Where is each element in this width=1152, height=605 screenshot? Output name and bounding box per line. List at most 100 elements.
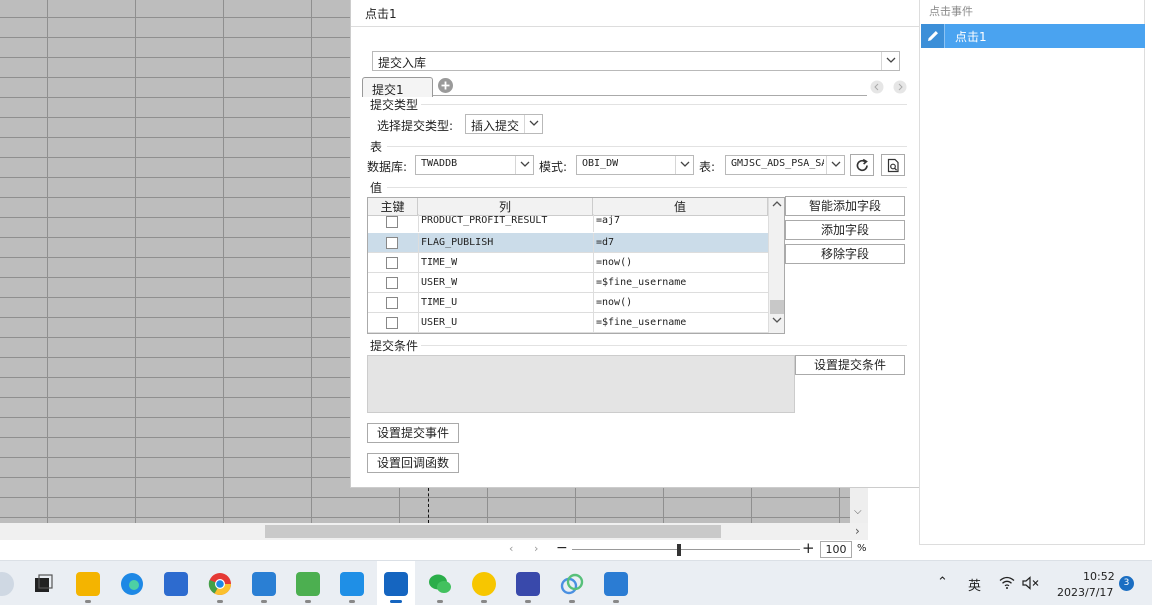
column-name-cell[interactable]: TIME_U: [418, 293, 593, 313]
running-indicator: [569, 600, 575, 603]
file-explorer-icon[interactable]: [76, 572, 100, 596]
tab-scroll-right-icon[interactable]: [893, 80, 907, 94]
partial-app-icon[interactable]: [0, 572, 14, 596]
schema-value: OBI_DW: [582, 158, 619, 169]
table-row[interactable]: TIME_W =now(): [368, 253, 768, 273]
zoom-slider-thumb[interactable]: [677, 544, 681, 556]
remote-desktop-icon[interactable]: [516, 572, 540, 596]
document-search-icon: [887, 158, 899, 173]
chevron-down-icon[interactable]: [881, 52, 899, 70]
add-field-button[interactable]: 添加字段: [785, 220, 905, 240]
database-value: TWADDB: [421, 158, 458, 169]
sheet-horizontal-scroll-thumb[interactable]: [265, 525, 721, 538]
table-row[interactable]: TIME_U =now(): [368, 293, 768, 313]
zoom-in-button[interactable]: +: [802, 539, 815, 557]
word-icon[interactable]: [604, 572, 628, 596]
column-name-cell[interactable]: USER_U: [418, 313, 593, 333]
submit-type-value: 提交入库: [378, 56, 427, 70]
tab-scroll-left-icon[interactable]: [870, 80, 884, 94]
notepad-icon[interactable]: [252, 572, 276, 596]
wifi-icon[interactable]: [999, 576, 1015, 589]
zoom-value-input[interactable]: 100: [820, 541, 852, 558]
clock-date[interactable]: 2023/7/17: [1057, 586, 1113, 599]
sheet-prev-icon[interactable]: ‹: [509, 542, 513, 555]
set-submit-event-button[interactable]: 设置提交事件: [367, 423, 459, 443]
clock-time[interactable]: 10:52: [1083, 570, 1115, 583]
chevron-down-icon[interactable]: [515, 156, 533, 174]
cloud-drive-icon[interactable]: [340, 572, 364, 596]
column-name-cell[interactable]: FLAG_PUBLISH: [418, 233, 593, 253]
condition-section-title: 提交条件: [370, 339, 419, 353]
smart-add-field-button[interactable]: 智能添加字段: [785, 196, 905, 216]
value-cell[interactable]: =now(): [593, 293, 768, 313]
volume-muted-icon[interactable]: [1022, 576, 1040, 590]
primary-key-checkbox[interactable]: [386, 277, 398, 289]
column-name-cell[interactable]: USER_W: [418, 273, 593, 293]
submit-type-select[interactable]: 提交入库: [372, 51, 900, 71]
notes-app-icon[interactable]: [296, 572, 320, 596]
primary-key-checkbox[interactable]: [386, 317, 398, 329]
table-row[interactable]: USER_W =$fine_username: [368, 273, 768, 293]
sheet-vertical-scrollbar[interactable]: ⌵: [850, 488, 868, 523]
table-value: GMJSC_ADS_PSA_SA: [731, 158, 824, 169]
chevron-down-icon[interactable]: [675, 156, 693, 174]
edit-event-button[interactable]: [921, 24, 945, 48]
column-name-cell[interactable]: PRODUCT_PROFIT_RESULT: [418, 214, 593, 232]
primary-key-checkbox[interactable]: [386, 297, 398, 309]
chevron-down-icon[interactable]: [772, 316, 782, 324]
ime-language-indicator[interactable]: 英: [968, 575, 981, 594]
chevron-right-icon[interactable]: ›: [855, 524, 860, 538]
table-vertical-scrollbar[interactable]: [768, 198, 784, 333]
table-select[interactable]: GMJSC_ADS_PSA_SA: [725, 155, 845, 175]
set-submit-condition-button[interactable]: 设置提交条件: [795, 355, 905, 375]
event-item-label: 点击1: [955, 30, 987, 44]
primary-key-checkbox[interactable]: [386, 237, 398, 249]
cloud-sync-icon[interactable]: [560, 572, 584, 596]
chevron-up-icon[interactable]: ⌃: [937, 575, 948, 590]
values-section-title: 值: [370, 181, 383, 195]
value-cell[interactable]: =d7: [593, 233, 768, 253]
lark-app-icon[interactable]: [472, 572, 496, 596]
value-cell[interactable]: =$fine_username: [593, 313, 768, 333]
chevron-up-icon[interactable]: [772, 200, 782, 208]
chevron-down-icon[interactable]: ⌵: [854, 506, 862, 517]
zoom-slider-track[interactable]: [572, 549, 800, 550]
insert-submit-select[interactable]: 插入提交: [465, 114, 543, 134]
wechat-icon[interactable]: [428, 572, 452, 596]
set-callback-button[interactable]: 设置回调函数: [367, 453, 459, 473]
task-view-icon[interactable]: [31, 572, 55, 596]
database-select[interactable]: TWADDB: [415, 155, 534, 175]
value-cell[interactable]: =aj7: [593, 214, 768, 232]
preview-table-button[interactable]: [881, 154, 905, 176]
taskbar: ⌃ 英 10:52 2023/7/17 3: [0, 560, 1152, 605]
table-row[interactable]: PRODUCT_PROFIT_RESULT =aj7: [368, 214, 768, 234]
submit-type-section-title: 提交类型: [370, 98, 419, 112]
zoom-out-button[interactable]: −: [556, 540, 568, 556]
running-indicator: [85, 600, 91, 603]
edge-browser-icon[interactable]: [120, 572, 144, 596]
notification-badge[interactable]: 3: [1119, 576, 1134, 591]
remove-field-button[interactable]: 移除字段: [785, 244, 905, 264]
insert-submit-value: 插入提交: [471, 119, 520, 133]
chevron-down-icon[interactable]: [524, 115, 542, 133]
dialog-header: 点击1: [351, 0, 919, 27]
sheet-next-icon[interactable]: ›: [534, 542, 538, 555]
value-cell[interactable]: =$fine_username: [593, 273, 768, 293]
microsoft-store-icon[interactable]: [164, 572, 188, 596]
tab-submit-1[interactable]: 提交1: [362, 77, 433, 97]
table-row[interactable]: FLAG_PUBLISH =d7: [368, 233, 768, 253]
primary-key-checkbox[interactable]: [386, 257, 398, 269]
chevron-down-icon[interactable]: [826, 156, 844, 174]
event-list-item[interactable]: 点击1: [921, 24, 1145, 48]
chrome-browser-icon[interactable]: [208, 572, 232, 596]
column-name-cell[interactable]: TIME_W: [418, 253, 593, 273]
add-tab-icon[interactable]: [437, 77, 454, 94]
table-scroll-thumb[interactable]: [770, 300, 784, 314]
finereport-designer-icon[interactable]: [384, 572, 408, 596]
primary-key-checkbox[interactable]: [386, 216, 398, 228]
refresh-button[interactable]: [850, 154, 874, 176]
table-row[interactable]: USER_U =$fine_username: [368, 313, 768, 333]
schema-select[interactable]: OBI_DW: [576, 155, 694, 175]
value-cell[interactable]: =now(): [593, 253, 768, 273]
table-label: 表:: [699, 160, 716, 174]
